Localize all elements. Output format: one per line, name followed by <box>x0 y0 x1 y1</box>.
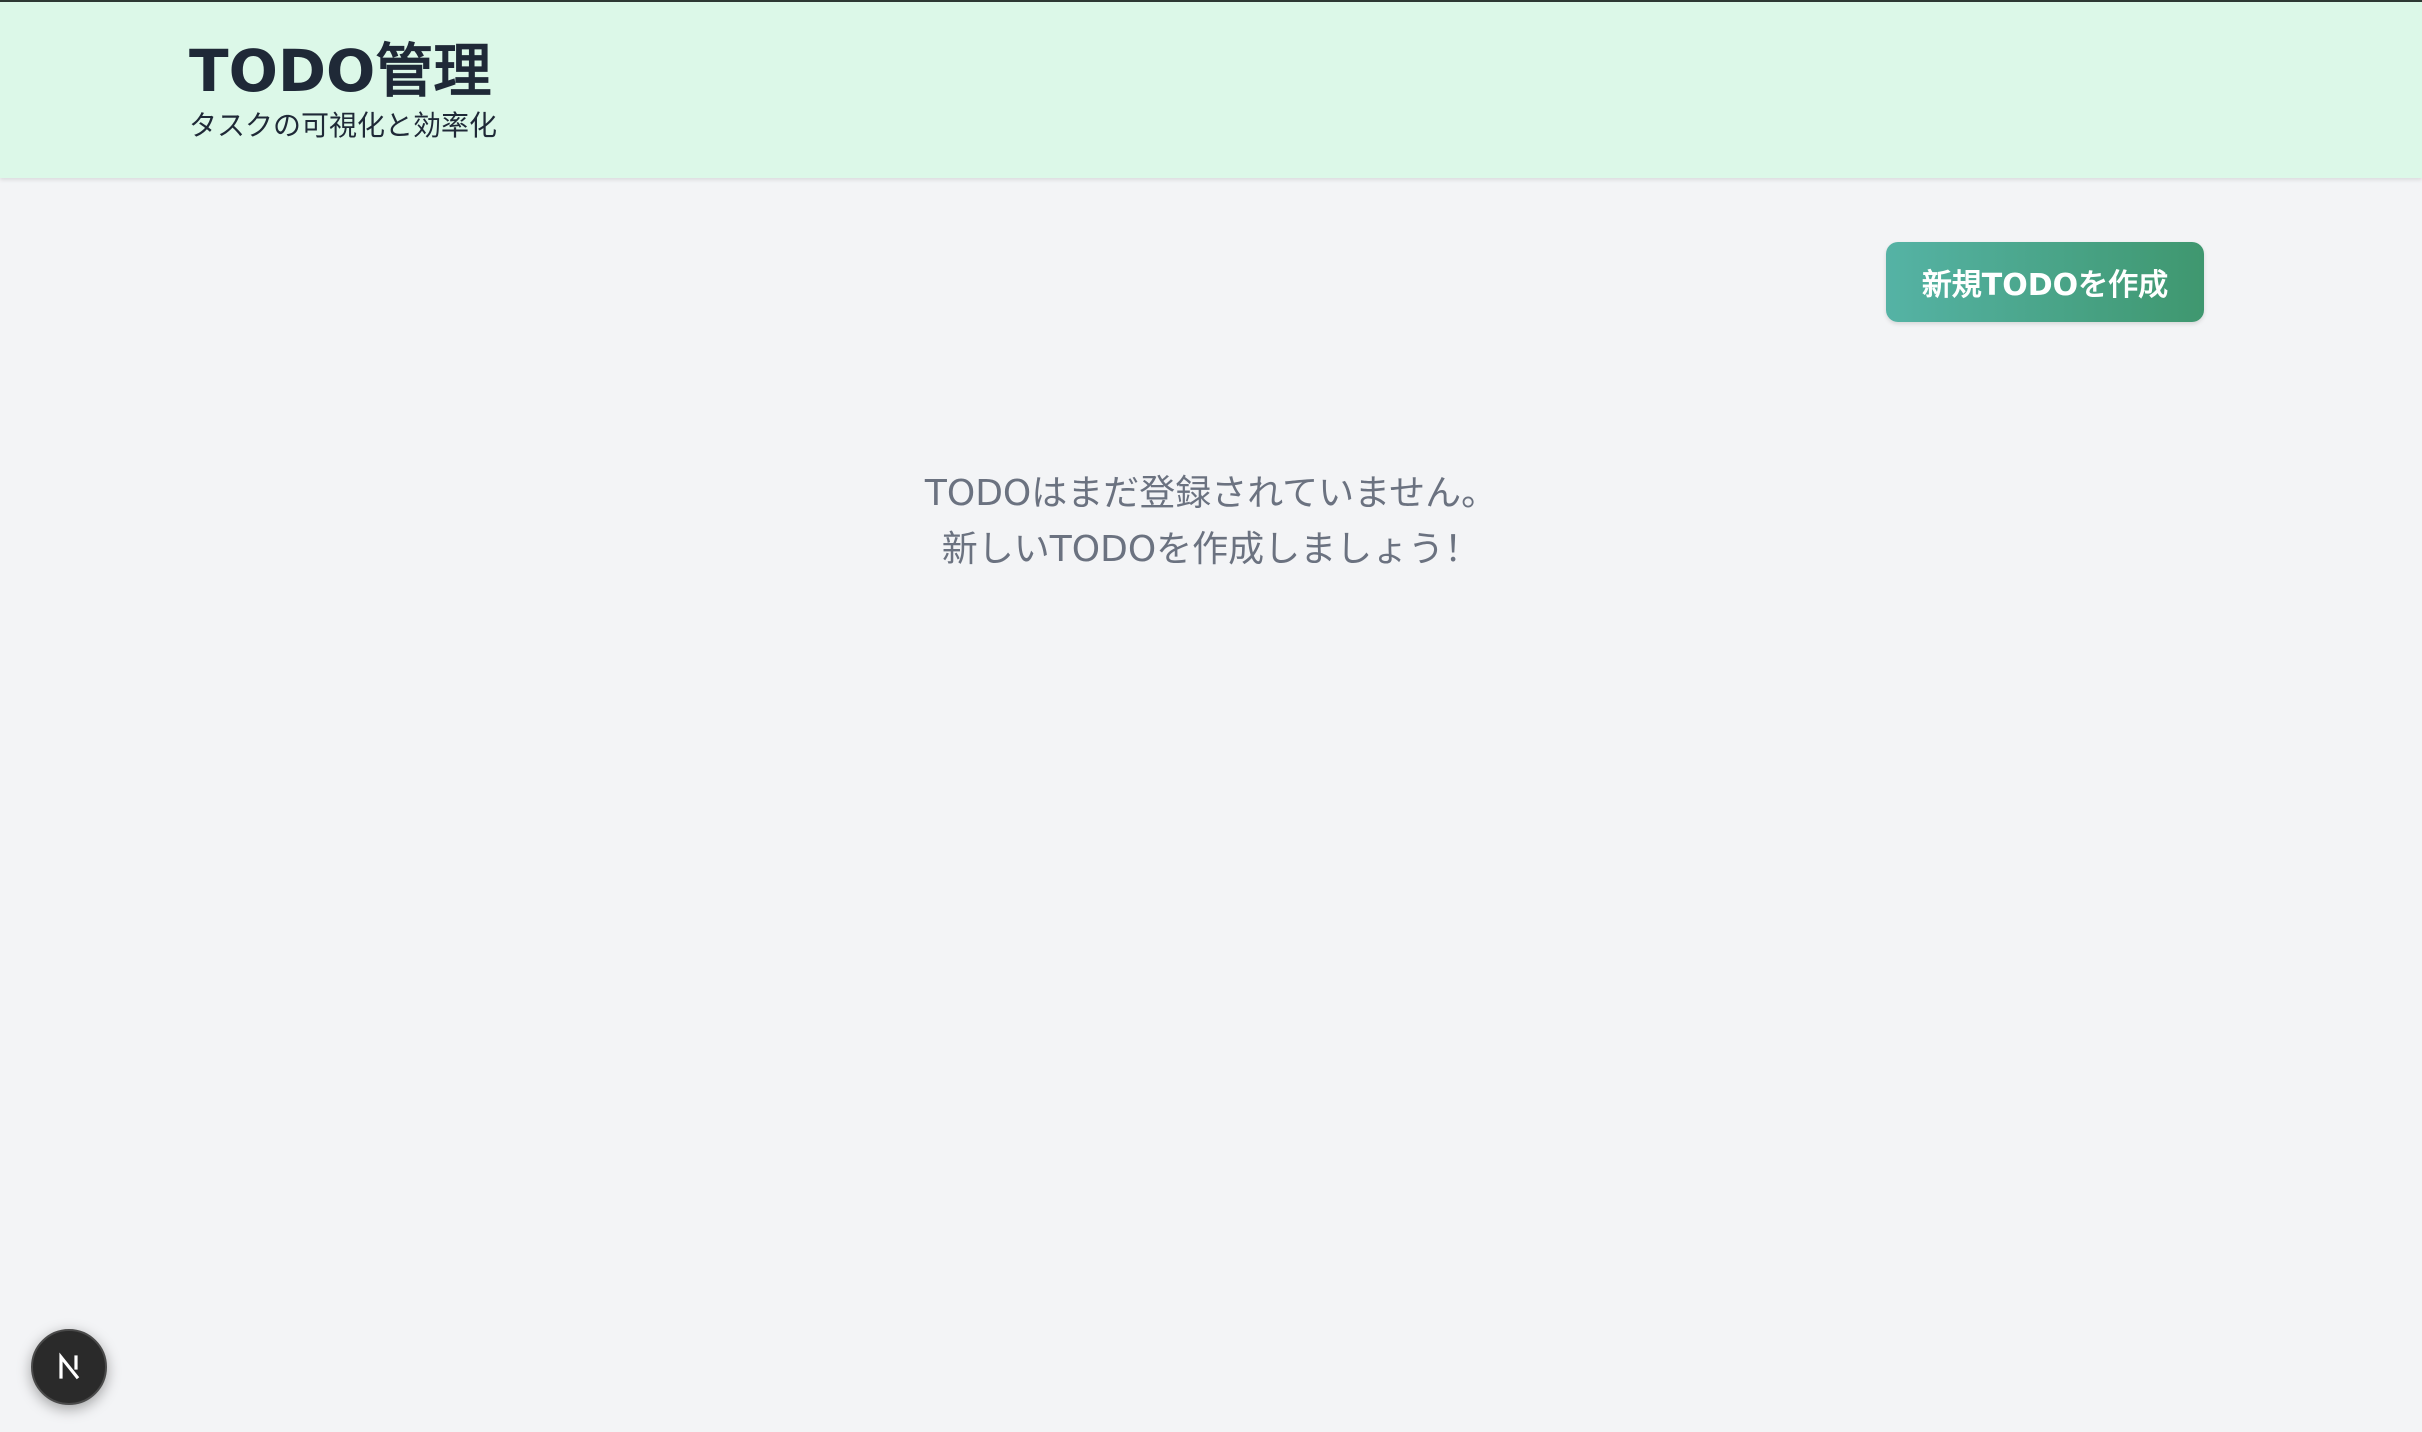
empty-state-message: TODOはまだ登録されていません。 新しいTODOを作成しましょう！ <box>0 466 2422 578</box>
app-title: TODO管理 <box>189 37 492 105</box>
nextjs-dev-indicator-button[interactable] <box>31 1329 107 1405</box>
app-header: TODO管理 タスクの可視化と効率化 <box>0 2 2422 178</box>
nextjs-logo-icon <box>59 1352 80 1380</box>
create-todo-button[interactable]: 新規TODOを作成 <box>1886 242 2204 322</box>
empty-state-line-2: 新しいTODOを作成しましょう！ <box>941 529 1481 570</box>
empty-state-line-1: TODOはまだ登録されていません。 <box>924 473 1498 514</box>
app-subtitle: タスクの可視化と効率化 <box>189 109 498 142</box>
